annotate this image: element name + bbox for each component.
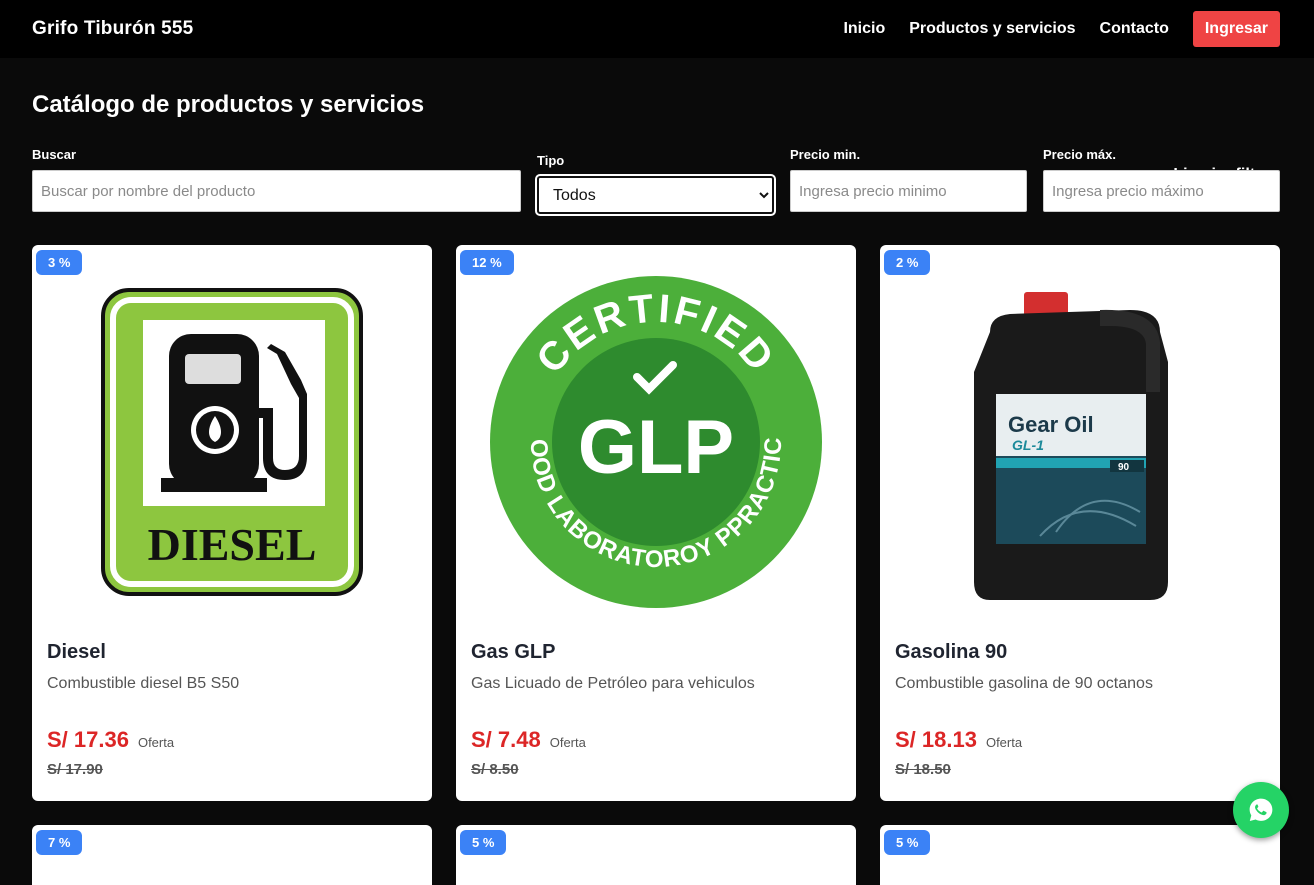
min-price-filter: Precio min. (790, 147, 1027, 212)
discount-badge: 3 % (36, 250, 82, 275)
product-name: Gasolina 90 (895, 641, 1007, 664)
product-price: S/ 17.36 Oferta (47, 727, 174, 753)
product-card[interactable]: Gear Oil GL-1 90 2 % Gasolina 90 Combust… (880, 245, 1280, 801)
max-price-filter: Precio máx. (1043, 147, 1280, 212)
price-value: S/ 7.48 (471, 727, 541, 753)
product-image-diesel: DIESEL (32, 277, 432, 607)
product-description: Combustible diesel B5 S50 (47, 675, 239, 693)
search-label: Buscar (32, 147, 521, 162)
offer-label: Oferta (138, 735, 174, 750)
product-card[interactable]: 5 % (456, 825, 856, 885)
nav-link-productos[interactable]: Productos y servicios (909, 20, 1075, 38)
old-price: S/ 18.50 (895, 761, 951, 778)
product-name: Diesel (47, 641, 106, 664)
whatsapp-button[interactable] (1233, 782, 1289, 838)
diesel-pump-icon: DIESEL (101, 288, 363, 596)
price-value: S/ 18.13 (895, 727, 977, 753)
gear-oil-label-text: Gear Oil (1008, 412, 1094, 437)
type-label: Tipo (537, 153, 774, 168)
product-card[interactable]: CERTIFIED GOOD LABORATOROY PPRACTICE GLP… (456, 245, 856, 801)
navbar: Grifo Tiburón 555 Inicio Productos y ser… (0, 0, 1314, 58)
gear-oil-jug: Gear Oil GL-1 90 (960, 282, 1200, 602)
product-price: S/ 18.13 Oferta (895, 727, 1022, 753)
diesel-logo-text: DIESEL (148, 519, 317, 570)
discount-badge: 2 % (884, 250, 930, 275)
brand-title[interactable]: Grifo Tiburón 555 (32, 18, 193, 40)
login-button[interactable]: Ingresar (1193, 11, 1280, 47)
search-input[interactable] (32, 170, 521, 212)
product-name: Gas GLP (471, 641, 555, 664)
glp-seal-text: GLP (578, 405, 734, 490)
offer-label: Oferta (986, 735, 1022, 750)
min-price-input[interactable] (790, 170, 1027, 212)
offer-label: Oferta (550, 735, 586, 750)
price-value: S/ 17.36 (47, 727, 129, 753)
min-price-label: Precio min. (790, 147, 1027, 162)
filters-bar: Buscar Tipo Todos Precio min. Precio máx… (32, 147, 1280, 217)
old-price: S/ 17.90 (47, 761, 103, 778)
max-price-label: Precio máx. (1043, 147, 1280, 162)
product-card[interactable]: 5 % (880, 825, 1280, 885)
old-price: S/ 8.50 (471, 761, 519, 778)
product-card[interactable]: 7 % (32, 825, 432, 885)
nav-links: Inicio Productos y servicios Contacto In… (843, 11, 1280, 47)
max-price-input[interactable] (1043, 170, 1280, 212)
product-description: Gas Licuado de Petróleo para vehiculos (471, 675, 755, 693)
product-price: S/ 7.48 Oferta (471, 727, 586, 753)
svg-text:90: 90 (1118, 462, 1130, 473)
whatsapp-icon (1247, 796, 1275, 824)
product-image-gasolina: Gear Oil GL-1 90 (880, 277, 1280, 607)
type-select[interactable]: Todos (537, 176, 774, 214)
discount-badge: 5 % (884, 830, 930, 855)
product-description: Combustible gasolina de 90 octanos (895, 675, 1153, 693)
nav-link-contacto[interactable]: Contacto (1100, 20, 1169, 38)
page-title: Catálogo de productos y servicios (32, 91, 424, 119)
discount-badge: 12 % (460, 250, 514, 275)
glp-certified-seal: CERTIFIED GOOD LABORATOROY PPRACTICE GLP (489, 275, 823, 609)
discount-badge: 5 % (460, 830, 506, 855)
nav-link-inicio[interactable]: Inicio (843, 20, 885, 38)
product-card[interactable]: DIESEL 3 % Diesel Combustible diesel B5 … (32, 245, 432, 801)
svg-text:GL-1: GL-1 (1012, 437, 1044, 453)
search-filter: Buscar (32, 147, 521, 212)
discount-badge: 7 % (36, 830, 82, 855)
type-filter: Tipo Todos (537, 153, 774, 214)
product-image-glp: CERTIFIED GOOD LABORATOROY PPRACTICE GLP (456, 277, 856, 607)
